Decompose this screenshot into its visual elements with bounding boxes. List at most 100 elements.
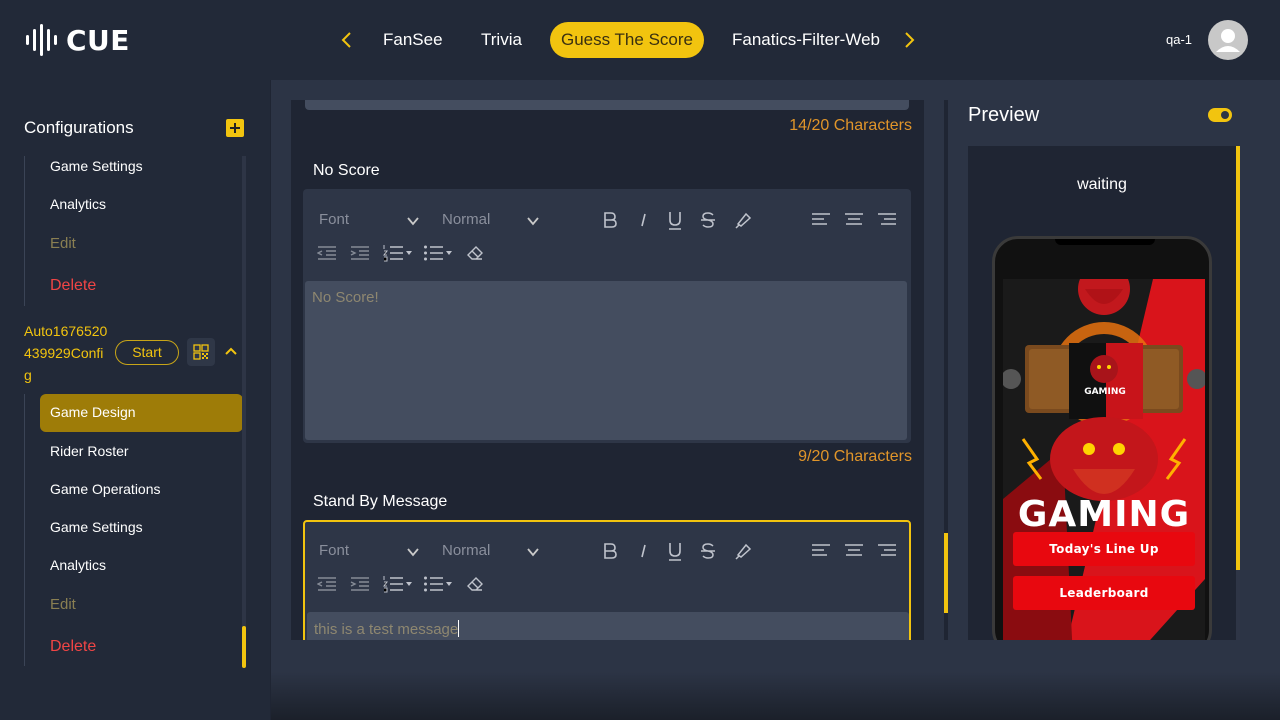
- tab-fanatics-filter-web[interactable]: Fanatics-Filter-Web: [719, 22, 893, 58]
- font-select[interactable]: Font: [319, 542, 349, 559]
- nav-prev-button[interactable]: [335, 28, 359, 52]
- ordered-list-icon[interactable]: [383, 575, 413, 593]
- chevron-down-icon[interactable]: [405, 214, 421, 228]
- sidebar-item-game-settings[interactable]: Game Settings: [50, 158, 143, 174]
- indent-icon[interactable]: [350, 245, 370, 261]
- no-score-text-area[interactable]: No Score!: [305, 281, 907, 440]
- second-config-tree-line: [24, 394, 25, 666]
- no-score-label: No Score: [313, 162, 380, 179]
- sidebar-item-label: Game Design: [50, 404, 136, 420]
- outdent-icon[interactable]: [317, 245, 337, 261]
- bullet-list-icon[interactable]: [423, 575, 453, 593]
- sidebar-item-game-design[interactable]: Game Design: [40, 394, 243, 432]
- sidebar-item-edit-2[interactable]: Edit: [50, 596, 76, 613]
- bold-icon[interactable]: [601, 210, 619, 230]
- nav-next-button[interactable]: [897, 28, 921, 52]
- bullet-list-icon[interactable]: [423, 244, 453, 262]
- phone-notch: [1055, 239, 1155, 245]
- user-icon: [1216, 29, 1240, 52]
- preview-toggle[interactable]: [1208, 108, 1232, 122]
- underline-icon[interactable]: [666, 540, 684, 562]
- strikethrough-icon[interactable]: [699, 541, 717, 561]
- sidebar-item-analytics-2[interactable]: Analytics: [50, 557, 106, 573]
- phone-screen: GAMING GAMING Today's Line Up Leaderboar…: [1003, 279, 1205, 640]
- editor-column: 14/20 Characters No Score Font Normal No…: [291, 100, 924, 640]
- align-right-icon[interactable]: [877, 211, 897, 227]
- sidebar-item-game-settings-2[interactable]: Game Settings: [50, 519, 143, 535]
- font-select[interactable]: Font: [319, 211, 349, 228]
- logo-text: CUE: [66, 23, 130, 57]
- chevron-down-icon[interactable]: [525, 545, 541, 559]
- todays-line-up-button[interactable]: Today's Line Up: [1013, 532, 1195, 566]
- phone-mockup: GAMING GAMING Today's Line Up Leaderboar…: [992, 236, 1212, 640]
- sidebar-scrollbar-thumb[interactable]: [242, 626, 246, 668]
- plus-icon: [230, 123, 240, 133]
- sidebar-item-delete-2[interactable]: Delete: [50, 638, 96, 656]
- eraser-icon[interactable]: [466, 244, 484, 262]
- ordered-list-icon[interactable]: [383, 244, 413, 262]
- avatar[interactable]: [1208, 20, 1248, 60]
- bold-icon[interactable]: [601, 541, 619, 561]
- sidebar-item-delete[interactable]: Delete: [50, 277, 96, 295]
- chevron-left-icon: [341, 32, 351, 48]
- align-left-icon[interactable]: [811, 211, 831, 227]
- eraser-icon[interactable]: [466, 575, 484, 593]
- stand-by-message-text: this is a test message: [314, 621, 459, 638]
- cue-logo[interactable]: CUE: [24, 22, 130, 58]
- configurations-title: Configurations: [24, 118, 134, 137]
- no-score-counter: 9/20 Characters: [798, 448, 912, 465]
- highlighter-icon[interactable]: [733, 210, 753, 230]
- sidebar-scrollbar[interactable]: [242, 156, 246, 666]
- chevron-down-icon[interactable]: [405, 545, 421, 559]
- size-select[interactable]: Normal: [442, 211, 490, 228]
- previous-field-input[interactable]: [305, 100, 909, 110]
- underline-icon[interactable]: [666, 209, 684, 231]
- indent-icon[interactable]: [350, 576, 370, 592]
- start-button[interactable]: Start: [115, 340, 179, 365]
- sidebar-item-rider-roster[interactable]: Rider Roster: [50, 443, 129, 459]
- preview-status: waiting: [1077, 176, 1127, 193]
- outdent-icon[interactable]: [317, 576, 337, 592]
- leaderboard-button[interactable]: Leaderboard: [1013, 576, 1195, 610]
- tab-guess-the-score[interactable]: Guess The Score: [550, 22, 704, 58]
- first-config-tree-line: [24, 156, 25, 306]
- add-configuration-button[interactable]: [226, 119, 244, 137]
- sidebar-item-analytics[interactable]: Analytics: [50, 196, 106, 212]
- qr-code-button[interactable]: [187, 338, 215, 366]
- strikethrough-icon[interactable]: [699, 210, 717, 230]
- highlighter-icon[interactable]: [733, 541, 753, 561]
- align-left-icon[interactable]: [811, 542, 831, 558]
- main-area: 14/20 Characters No Score Font Normal No…: [271, 80, 1280, 720]
- footer-area: [271, 672, 1280, 720]
- preview-title: Preview: [968, 104, 1040, 126]
- align-center-icon[interactable]: [844, 211, 864, 227]
- size-select[interactable]: Normal: [442, 542, 490, 559]
- tab-fansee[interactable]: FanSee: [370, 22, 456, 58]
- top-bar: CUE FanSee Trivia Guess The Score Fanati…: [0, 0, 1280, 80]
- config-name[interactable]: Auto1676520439929Config: [24, 320, 110, 386]
- tab-trivia[interactable]: Trivia: [468, 22, 535, 58]
- chevron-up-icon: [225, 347, 237, 355]
- preview-scrollbar-thumb[interactable]: [1236, 146, 1240, 570]
- sidebar-item-edit[interactable]: Edit: [50, 235, 76, 252]
- sidebar-item-game-operations[interactable]: Game Operations: [50, 481, 161, 497]
- text-cursor: [458, 620, 460, 637]
- align-center-icon[interactable]: [844, 542, 864, 558]
- stand-by-message-editor: Font Normal this is a test message: [303, 520, 911, 640]
- chevron-right-icon: [905, 32, 915, 48]
- collapse-config-button[interactable]: [222, 342, 240, 365]
- gaming-headline: GAMING: [1017, 494, 1191, 535]
- editor-scrollbar-thumb[interactable]: [944, 533, 948, 613]
- italic-icon[interactable]: [636, 210, 652, 230]
- preview-panel: waiting GAMING GAMING Today's Line Up Le…: [968, 146, 1236, 640]
- user-name: qa-1: [1166, 32, 1193, 47]
- no-score-editor: Font Normal No Score!: [303, 189, 911, 443]
- stand-by-message-label: Stand By Message: [313, 493, 448, 510]
- sidebar: Configurations Game Settings Analytics E…: [0, 80, 270, 720]
- soundwave-logo-icon: [26, 24, 57, 56]
- gaming-badge-text: GAMING: [1084, 387, 1126, 397]
- chevron-down-icon[interactable]: [525, 214, 541, 228]
- stand-by-message-text-area[interactable]: this is a test message: [307, 612, 909, 640]
- align-right-icon[interactable]: [877, 542, 897, 558]
- italic-icon[interactable]: [636, 541, 652, 561]
